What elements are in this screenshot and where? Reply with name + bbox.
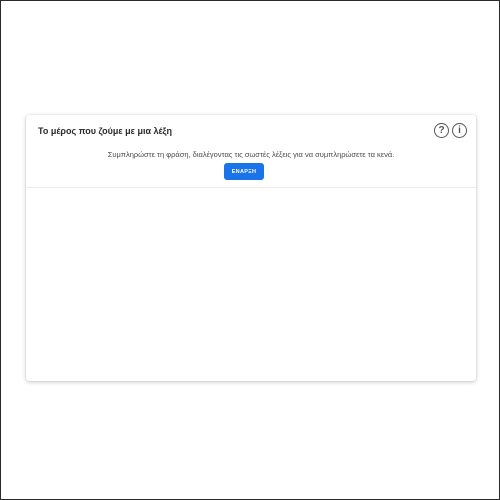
activity-header: Το μέρος που ζούμε με μια λέξη ? i Συμπλ… xyxy=(26,115,476,188)
activity-title: Το μέρος που ζούμε με μια λέξη xyxy=(38,126,173,136)
activity-card: Το μέρος που ζούμε με μια λέξη ? i Συμπλ… xyxy=(26,115,476,381)
page-frame: Το μέρος που ζούμε με μια λέξη ? i Συμπλ… xyxy=(0,0,500,500)
start-button[interactable]: ΕΝΑΡΞΗ xyxy=(224,163,264,180)
header-icons: ? i xyxy=(434,123,467,138)
info-icon[interactable]: i xyxy=(452,123,467,138)
activity-content-area xyxy=(26,188,476,381)
help-icon[interactable]: ? xyxy=(434,123,449,138)
activity-instructions: Συμπληρώστε τη φράση, διαλέγοντας τις σω… xyxy=(107,150,395,159)
